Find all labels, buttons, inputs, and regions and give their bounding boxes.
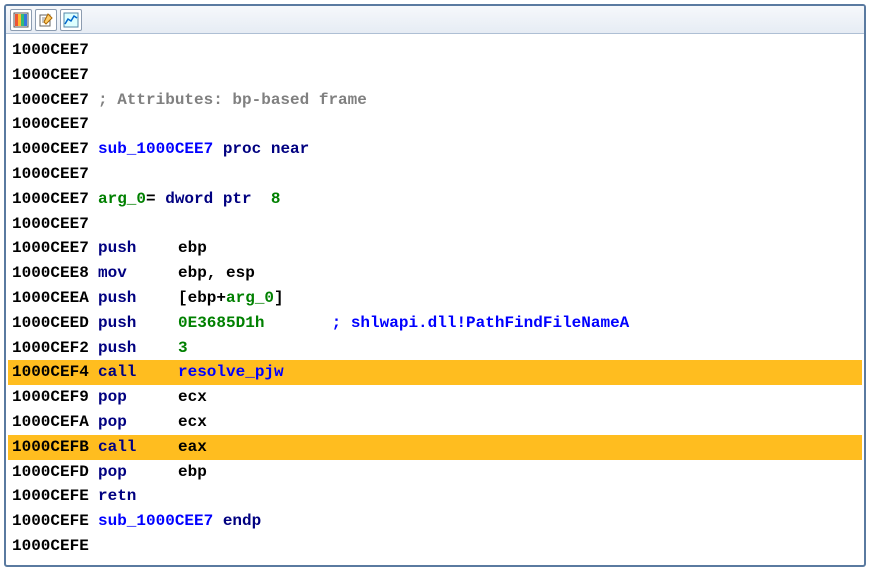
token-reg: ebp: [178, 236, 207, 261]
asm-line[interactable]: 1000CEE7; Attributes: bp-based frame: [8, 88, 862, 113]
address: 1000CEFD: [8, 460, 98, 485]
asm-line[interactable]: 1000CEE7: [8, 162, 862, 187]
asm-line[interactable]: 1000CEFE: [8, 534, 862, 559]
address: 1000CEFA: [8, 410, 98, 435]
asm-line[interactable]: 1000CEE7push ebp: [8, 236, 862, 261]
edit-note-icon[interactable]: [35, 9, 57, 31]
address: 1000CEE7: [8, 187, 98, 212]
token-mnem: pop: [98, 385, 178, 410]
token-reg: ebp: [178, 460, 207, 485]
graph-icon[interactable]: [60, 9, 82, 31]
token-mnem: push: [98, 236, 178, 261]
asm-line[interactable]: 1000CEFDpop ebp: [8, 460, 862, 485]
asm-line[interactable]: 1000CEE7: [8, 212, 862, 237]
token-mnem: retn: [98, 484, 178, 509]
color-palette-icon[interactable]: [10, 9, 32, 31]
token-comment-blue: ; shlwapi.dll!PathFindFileNameA: [332, 311, 630, 336]
token-num: 8: [271, 187, 281, 212]
token-reg: ]: [274, 286, 284, 311]
asm-line[interactable]: 1000CEF2push 3: [8, 336, 862, 361]
asm-line[interactable]: 1000CEEDpush 0E3685D1h ; shlwapi.dll!Pat…: [8, 311, 862, 336]
address: 1000CEE7: [8, 63, 98, 88]
address: 1000CEE7: [8, 212, 98, 237]
token-reg: [ebp+: [178, 286, 226, 311]
address: 1000CEF9: [8, 385, 98, 410]
asm-line[interactable]: 1000CEE7: [8, 112, 862, 137]
token-sp: =: [146, 187, 165, 212]
address: 1000CEFB: [8, 435, 98, 460]
asm-line[interactable]: 1000CEE7: [8, 38, 862, 63]
token-num: 3: [178, 336, 188, 361]
token-mnem: push: [98, 286, 178, 311]
address: 1000CEEA: [8, 286, 98, 311]
token-arg: arg_0: [226, 286, 274, 311]
token-mnem: push: [98, 336, 178, 361]
address: 1000CEE7: [8, 236, 98, 261]
token-mnem: dword ptr: [165, 187, 251, 212]
asm-line[interactable]: 1000CEE8mov ebp, esp: [8, 261, 862, 286]
asm-line[interactable]: 1000CEEApush [ebp+arg_0]: [8, 286, 862, 311]
token-proc: sub_1000CEE7: [98, 137, 213, 162]
address: 1000CEE8: [8, 261, 98, 286]
token-mnem: pop: [98, 460, 178, 485]
token-arg: arg_0: [98, 187, 146, 212]
token-sp: [213, 509, 223, 534]
asm-line[interactable]: 1000CEE7sub_1000CEE7 proc near: [8, 137, 862, 162]
token-sp: [213, 137, 223, 162]
address: 1000CEF4: [8, 360, 98, 385]
asm-line[interactable]: 1000CEFApop ecx: [8, 410, 862, 435]
token-reg: eax: [178, 435, 207, 460]
token-num: 0E3685D1h: [178, 311, 332, 336]
token-proc: resolve_pjw: [178, 360, 284, 385]
asm-line[interactable]: 1000CEF4call resolve_pjw: [8, 360, 862, 385]
token-mnem: pop: [98, 410, 178, 435]
disassembly-listing[interactable]: 1000CEE71000CEE71000CEE7; Attributes: bp…: [6, 34, 864, 563]
token-mnem: push: [98, 311, 178, 336]
token-proc: sub_1000CEE7: [98, 509, 213, 534]
asm-line[interactable]: 1000CEE7: [8, 63, 862, 88]
asm-line[interactable]: 1000CEFBcall eax: [8, 435, 862, 460]
token-mnem: call: [98, 360, 178, 385]
token-reg: ebp, esp: [178, 261, 255, 286]
token-reg: ecx: [178, 410, 207, 435]
token-sp: [252, 187, 271, 212]
asm-line[interactable]: 1000CEFEretn: [8, 484, 862, 509]
address: 1000CEED: [8, 311, 98, 336]
address: 1000CEFE: [8, 509, 98, 534]
token-comment: ; Attributes: bp-based frame: [98, 88, 367, 113]
address: 1000CEE7: [8, 112, 98, 137]
disassembly-window: 1000CEE71000CEE71000CEE7; Attributes: bp…: [4, 4, 866, 567]
address: 1000CEE7: [8, 162, 98, 187]
asm-line[interactable]: 1000CEFEsub_1000CEE7 endp: [8, 509, 862, 534]
token-reg: ecx: [178, 385, 207, 410]
address: 1000CEFE: [8, 484, 98, 509]
token-mnem: proc near: [223, 137, 309, 162]
token-mnem: endp: [223, 509, 303, 534]
address: 1000CEE7: [8, 88, 98, 113]
token-mnem: call: [98, 435, 178, 460]
toolbar: [6, 6, 864, 34]
token-mnem: mov: [98, 261, 178, 286]
address: 1000CEE7: [8, 38, 98, 63]
address: 1000CEFE: [8, 534, 98, 559]
address: 1000CEE7: [8, 137, 98, 162]
asm-line[interactable]: 1000CEF9pop ecx: [8, 385, 862, 410]
asm-line[interactable]: 1000CEE7arg_0= dword ptr 8: [8, 187, 862, 212]
address: 1000CEF2: [8, 336, 98, 361]
